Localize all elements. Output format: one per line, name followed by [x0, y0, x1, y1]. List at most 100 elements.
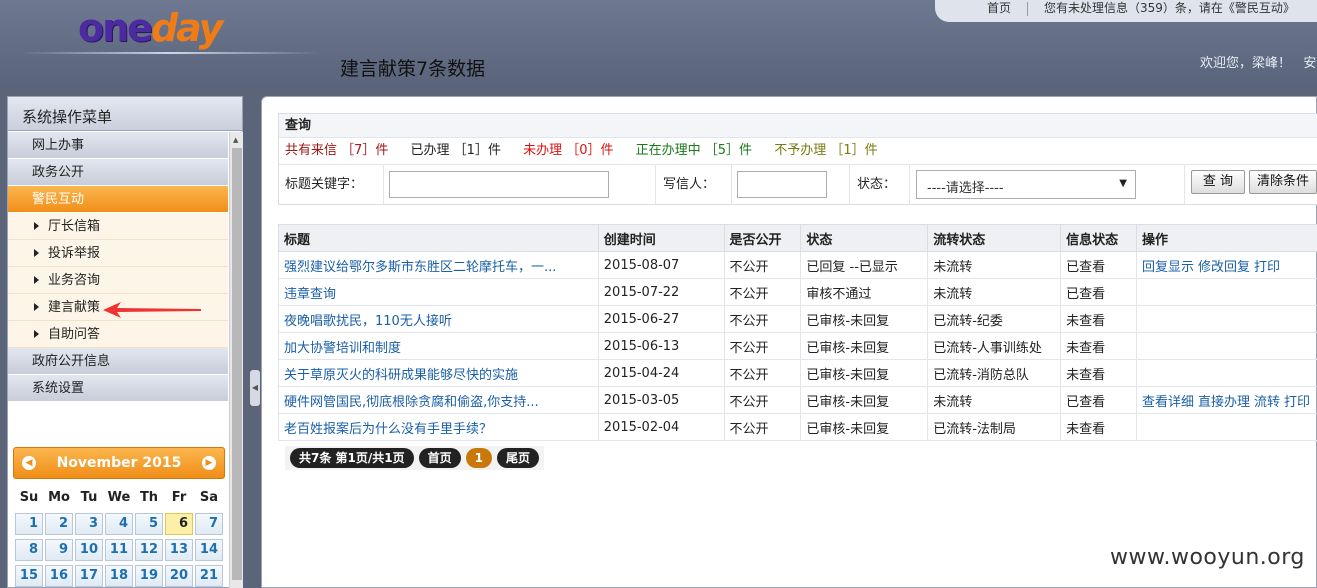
menu-group-police-interaction[interactable]: 警民互动 — [8, 186, 228, 213]
col-header-ops: 操作 — [1135, 224, 1317, 252]
triangle-right-icon — [34, 303, 39, 311]
calendar-day[interactable]: 7 — [195, 513, 223, 535]
calendar-day[interactable]: 19 — [135, 565, 163, 587]
row-title-link[interactable]: 违章查询 — [278, 278, 599, 306]
query-title: 查询 — [279, 114, 1317, 138]
keyword-label: 标题关键字： — [285, 177, 364, 192]
row-ops — [1135, 278, 1317, 306]
home-link[interactable]: 首页 — [987, 1, 1011, 15]
weekday-label: Sa — [199, 490, 219, 505]
calendar-grid: Su Mo Tu We Th Fr Sa 1 2 3 4 5 6 7 8 9 10 11 12 13 14 15 16 17 1… — [15, 487, 225, 588]
row-status: 已审核-未回复 — [800, 386, 929, 414]
row-flow-status: 已流转-人事训练处 — [927, 332, 1062, 360]
row-op-link[interactable]: 流转 — [1254, 395, 1280, 410]
last-page-button[interactable]: 尾页 — [497, 448, 540, 468]
row-status: 已审核-未回复 — [800, 413, 929, 441]
welcome-text: 欢迎您，梁峰！ 安 — [1200, 56, 1317, 71]
calendar-day[interactable]: 5 — [135, 513, 163, 535]
calendar-day[interactable]: 13 — [165, 539, 193, 561]
row-title-link[interactable]: 老百姓报案后为什么没有手里手续？ — [278, 413, 599, 441]
stat-in-progress: 正在办理中 ［5］件 — [635, 143, 753, 158]
stats-line: 共有来信 ［7］件 已办理 ［1］件 未办理 ［0］件 正在办理中 ［5］件 不… — [279, 138, 1317, 164]
current-page-button[interactable]: 1 — [465, 448, 492, 468]
collapse-sidebar-icon[interactable]: ◀ — [250, 370, 260, 406]
row-info-status: 未查看 — [1060, 305, 1137, 333]
row-title-link[interactable]: 关于草原灭火的科研成果能够尽快的实施 — [278, 359, 599, 387]
row-status: 已审核-未回复 — [800, 332, 929, 360]
calendar-day[interactable]: 9 — [45, 539, 73, 561]
sidebar-item-self-qa[interactable]: 自助问答 — [8, 321, 228, 348]
row-flow-status: 已流转-法制局 — [927, 413, 1062, 441]
table-header-row: 标题 创建时间 是否公开 状态 流转状态 信息状态 操作 — [278, 224, 1317, 252]
next-month-icon[interactable]: ▶ — [202, 456, 216, 470]
writer-input[interactable] — [737, 171, 827, 198]
row-op-link[interactable]: 打印 — [1254, 260, 1280, 275]
sidebar-item-complaints[interactable]: 投诉举报 — [8, 240, 228, 267]
row-status: 已回复 --已显示 — [800, 251, 929, 279]
row-info-status: 未查看 — [1060, 413, 1137, 441]
search-button[interactable]: 查 询 — [1191, 170, 1245, 194]
weekday-label: Mo — [48, 490, 70, 505]
row-op-link[interactable]: 直接办理 — [1198, 395, 1250, 410]
weekday-label: We — [107, 490, 131, 505]
calendar-day[interactable]: 20 — [165, 565, 193, 587]
calendar-day[interactable]: 14 — [195, 539, 223, 561]
row-op-link[interactable]: 修改回复 — [1198, 260, 1250, 275]
scroll-up-icon[interactable]: ▲ — [233, 136, 238, 144]
row-info-status: 已查看 — [1060, 251, 1137, 279]
row-ops — [1135, 359, 1317, 387]
sidebar-title: 系统操作菜单 — [8, 97, 242, 131]
row-public: 不公开 — [723, 305, 802, 333]
row-created-date: 2015-02-04 — [597, 413, 725, 441]
calendar-day[interactable]: 11 — [105, 539, 133, 561]
calendar-day[interactable]: 12 — [135, 539, 163, 561]
row-title-link[interactable]: 加大协警培训和制度 — [278, 332, 599, 360]
sidebar-item-consulting[interactable]: 业务咨询 — [8, 267, 228, 294]
row-status: 已审核-未回复 — [800, 359, 929, 387]
status-select[interactable]: ----请选择---- ▼ — [916, 170, 1136, 199]
sidebar: 系统操作菜单 网上办事 政务公开 警民互动 厅长信箱 投诉举报 业务咨询 建言献… — [7, 96, 243, 588]
row-title-link[interactable]: 强烈建议给鄂尔多斯市东胜区二轮摩托车，一... — [278, 251, 599, 279]
calendar-day[interactable]: 15 — [15, 565, 43, 587]
calendar-day[interactable]: 8 — [15, 539, 43, 561]
prev-month-icon[interactable]: ◀ — [22, 456, 36, 470]
table-row: 夜晚唱歌扰民，110无人接听 2015-06-27 不公开 已审核-未回复 已流转-纪委… — [278, 305, 1317, 333]
row-public: 不公开 — [723, 386, 802, 414]
row-flow-status: 已流转-消防总队 — [927, 359, 1062, 387]
row-public: 不公开 — [723, 413, 802, 441]
row-op-link[interactable]: 查看详细 — [1142, 395, 1194, 410]
menu-group-gov-affairs[interactable]: 政务公开 — [8, 159, 228, 186]
triangle-right-icon — [34, 249, 39, 257]
row-title-link[interactable]: 夜晚唱歌扰民，110无人接听 — [278, 305, 599, 333]
notice-text[interactable]: 您有未处理信息（359）条，请在《警民互动》 — [1044, 1, 1295, 15]
row-info-status: 已查看 — [1060, 386, 1137, 414]
first-page-button[interactable]: 首页 — [418, 448, 461, 468]
logo: oneday — [78, 6, 223, 50]
calendar-day[interactable]: 16 — [45, 565, 73, 587]
row-title-link[interactable]: 硬件网管国民,彻底根除贪腐和偷盗,你支持... — [278, 386, 599, 414]
scroll-thumb[interactable] — [232, 148, 242, 580]
sidebar-item-director-mailbox[interactable]: 厅长信箱 — [8, 213, 228, 240]
calendar-day[interactable]: 3 — [75, 513, 103, 535]
menu-group-gov-public-info[interactable]: 政府公开信息 — [8, 348, 228, 375]
calendar-day[interactable]: 2 — [45, 513, 73, 535]
row-op-link[interactable]: 回复显示 — [1142, 260, 1194, 275]
weekday-label: Th — [139, 490, 159, 505]
clear-button[interactable]: 清除条件 — [1249, 170, 1317, 194]
calendar-day[interactable]: 10 — [75, 539, 103, 561]
calendar-day[interactable]: 4 — [105, 513, 133, 535]
calendar-day[interactable]: 17 — [75, 565, 103, 587]
menu-group-system-settings[interactable]: 系统设置 — [8, 375, 228, 402]
results-table: 标题 创建时间 是否公开 状态 流转状态 信息状态 操作 强烈建议给鄂尔多斯市东… — [278, 224, 1317, 441]
sidebar-scrollbar[interactable]: ▲ — [229, 132, 243, 588]
calendar-day[interactable]: 21 — [195, 565, 223, 587]
row-ops — [1135, 305, 1317, 333]
row-op-link[interactable]: 打印 — [1284, 395, 1310, 410]
row-status: 审核不通过 — [800, 278, 929, 306]
keyword-input[interactable] — [389, 171, 609, 198]
menu-group-online-service[interactable]: 网上办事 — [8, 132, 228, 159]
calendar-day[interactable]: 18 — [105, 565, 133, 587]
calendar-day[interactable]: 6 — [165, 513, 193, 535]
status-label: 状态： — [857, 177, 897, 192]
calendar-day[interactable]: 1 — [15, 513, 43, 535]
